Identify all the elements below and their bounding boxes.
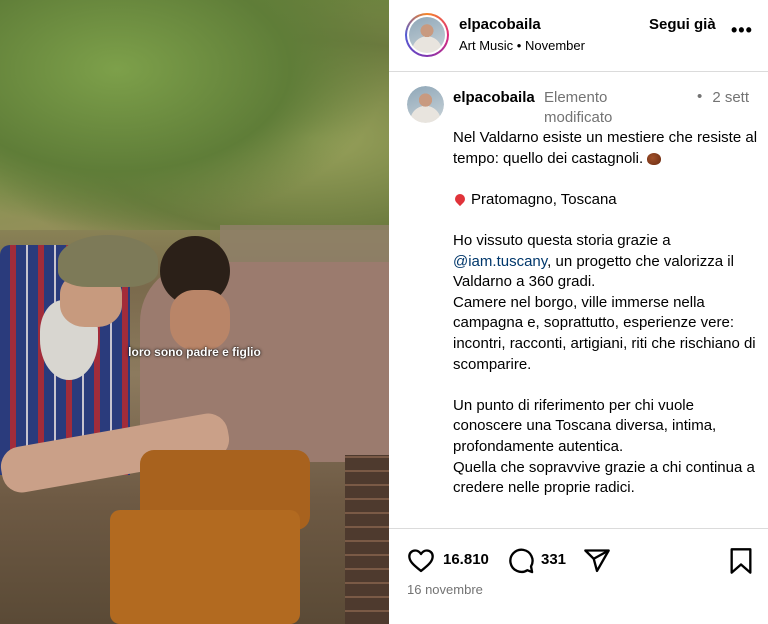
- caption-line: Un punto di riferimento per chi vuole co…: [453, 396, 717, 455]
- author-username[interactable]: elpacobaila: [459, 16, 541, 33]
- comment-time[interactable]: 2 sett: [709, 88, 749, 108]
- audio-separator: •: [516, 38, 522, 53]
- edited-label: Elemento modificato: [544, 89, 613, 126]
- media-father-cap: [58, 235, 158, 287]
- post-sidebar: elpacobaila Art Music • November Segui g…: [389, 0, 768, 624]
- comment-avatar[interactable]: [407, 86, 444, 123]
- post-date[interactable]: 16 novembre: [407, 582, 483, 597]
- caption-line: Quella che sopravvive grazie a chi conti…: [453, 458, 755, 497]
- action-bar: 16.810 331 16 novembre: [389, 528, 768, 624]
- caption-comment: elpacobaila Elemento modificato • 2 sett…: [389, 72, 768, 528]
- audio-info: Art Music • November: [459, 38, 585, 53]
- media-bricks: [345, 455, 389, 624]
- author-avatar[interactable]: [405, 13, 449, 57]
- avatar-image: [409, 17, 445, 53]
- video-caption: loro sono padre e figlio: [128, 345, 261, 359]
- comment-avatar-image: [407, 86, 444, 123]
- media-machine: [110, 510, 300, 624]
- caption-line: Camere nel borgo, ville immerse nella ca…: [453, 293, 756, 373]
- following-button[interactable]: Segui già: [649, 16, 716, 33]
- like-count[interactable]: 16.810: [443, 551, 489, 568]
- heart-icon[interactable]: [407, 547, 435, 575]
- post-header: elpacobaila Art Music • November Segui g…: [389, 0, 768, 72]
- media-son-face: [170, 290, 230, 350]
- audio-link[interactable]: Art Music: [459, 38, 513, 53]
- bookmark-icon[interactable]: [729, 547, 753, 575]
- share-icon[interactable]: [583, 547, 611, 575]
- mention-link[interactable]: @iam.tuscany: [453, 253, 547, 270]
- comment-username[interactable]: elpacobaila: [453, 88, 539, 108]
- caption-text: Nel Valdarno esiste un mestiere che resi…: [452, 128, 758, 499]
- pin-emoji-icon: [452, 191, 468, 206]
- more-options-icon[interactable]: •••: [731, 20, 753, 41]
- caption-line: Nel Valdarno esiste un mestiere che resi…: [453, 129, 758, 167]
- time-separator: •: [697, 88, 703, 105]
- caption-location: Pratomagno, Toscana: [452, 190, 758, 211]
- media-background: [0, 0, 389, 230]
- chestnut-emoji-icon: [647, 152, 662, 165]
- comment-icon[interactable]: [507, 547, 535, 575]
- audio-month: November: [524, 38, 585, 53]
- caption-line: Ho vissuto questa storia grazie a @iam.t…: [453, 231, 734, 291]
- post-media[interactable]: loro sono padre e figlio: [0, 0, 389, 624]
- comment-count[interactable]: 331: [541, 551, 566, 568]
